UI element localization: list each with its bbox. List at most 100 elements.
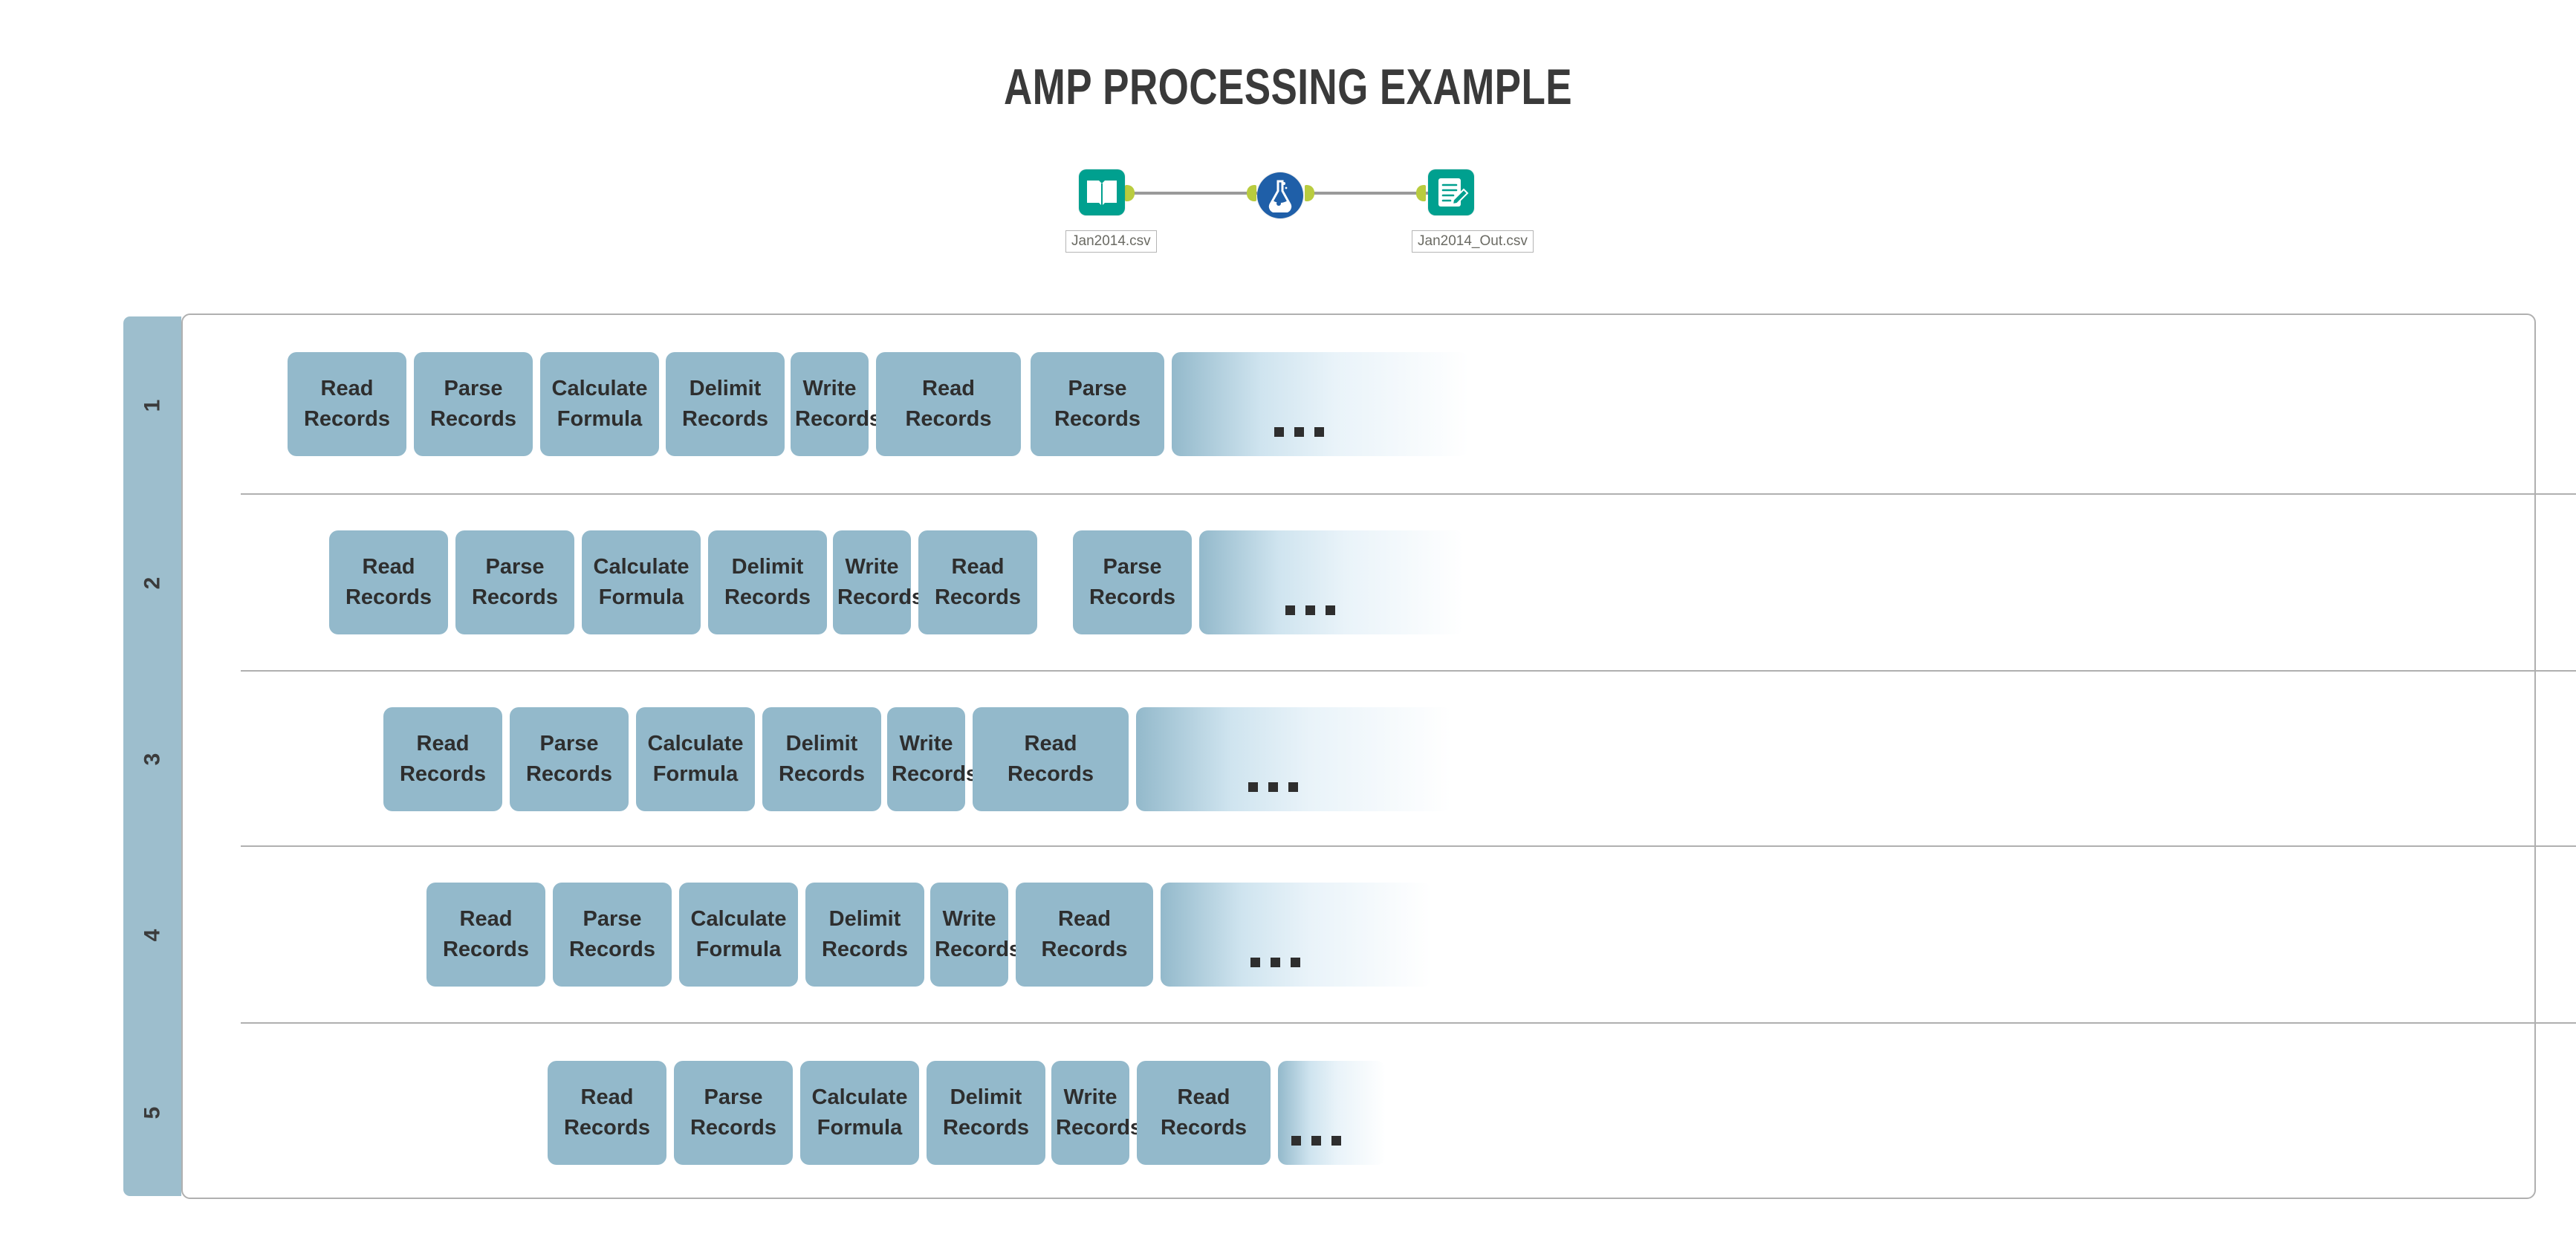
task-label: Calculate Formula — [811, 1085, 908, 1140]
input-data-book-icon — [1079, 169, 1125, 215]
task-label: Read Records — [934, 554, 1022, 609]
ellipsis-dots — [1274, 427, 1324, 437]
task-label: Parse Records — [429, 376, 517, 431]
task-label: Parse Records — [525, 731, 613, 786]
task-label: Write Records — [795, 376, 882, 431]
continuation-ellipsis-box — [1136, 707, 1452, 811]
task-box[interactable]: Parse Records — [414, 352, 533, 456]
task-label: Calculate Formula — [593, 554, 690, 609]
formula-flask-icon — [1257, 172, 1303, 218]
task-label: Parse Records — [690, 1085, 777, 1140]
task-label: Read Records — [442, 906, 530, 961]
task-box[interactable]: Delimit Records — [927, 1061, 1045, 1165]
task-box[interactable]: Calculate Formula — [636, 707, 755, 811]
task-label: Write Records — [837, 554, 924, 609]
task-label: Calculate Formula — [551, 376, 648, 431]
task-label: Write Records — [892, 731, 979, 786]
output-anchor-input-tool[interactable] — [1125, 185, 1135, 201]
task-label: Write Records — [935, 906, 1022, 961]
task-box[interactable]: Parse Records — [510, 707, 629, 811]
task-label: Read Records — [303, 376, 391, 431]
task-box[interactable]: Write Records — [1051, 1061, 1142, 1165]
task-box[interactable]: Calculate Formula — [679, 883, 798, 987]
connection-input-to-formula — [1134, 192, 1257, 195]
input-file-label: Jan2014.csv — [1065, 230, 1157, 253]
task-label: Parse Records — [568, 906, 656, 961]
task-box[interactable]: Delimit Records — [762, 707, 881, 811]
task-box[interactable]: Write Records — [791, 352, 882, 456]
task-label: Parse Records — [1054, 376, 1141, 431]
amp-processing-grid: Read Records Parse Records Calculate Formula D… — [123, 314, 2576, 1199]
continuation-ellipsis-box — [1278, 1061, 1386, 1165]
task-box[interactable]: Delimit Records — [666, 352, 785, 456]
connection-formula-to-output — [1305, 192, 1428, 195]
task-label: Read Records — [1160, 1085, 1248, 1140]
row-number-rail: 1 2 3 4 5 — [123, 316, 181, 1196]
row-number-label: 1 — [140, 399, 164, 412]
task-box[interactable]: Calculate Formula — [800, 1061, 919, 1165]
task-label: Delimit Records — [821, 906, 909, 961]
task-box[interactable]: Calculate Formula — [582, 530, 701, 634]
task-box[interactable]: Read Records — [288, 352, 406, 456]
task-label: Read Records — [345, 554, 432, 609]
ellipsis-dots — [1248, 782, 1298, 792]
task-label: Delimit Records — [778, 731, 866, 786]
output-anchor-formula-tool[interactable] — [1305, 185, 1314, 201]
task-box[interactable]: Read Records — [973, 707, 1129, 811]
task-box[interactable]: Read Records — [876, 352, 1021, 456]
input-data-tool[interactable]: Jan2014.csv — [1065, 169, 1157, 253]
output-data-document-icon — [1428, 169, 1474, 215]
task-box[interactable]: Read Records — [548, 1061, 666, 1165]
task-box[interactable]: Read Records — [383, 707, 502, 811]
task-label: Parse Records — [1089, 554, 1176, 609]
task-label: Delimit Records — [681, 376, 769, 431]
grid-row: Read Records Parse Records Calculate Formula D… — [241, 315, 2576, 493]
row-number-cell: 1 — [123, 316, 181, 495]
task-box[interactable]: Calculate Formula — [540, 352, 659, 456]
task-box[interactable]: Read Records — [1137, 1061, 1271, 1165]
task-box[interactable]: Read Records — [426, 883, 545, 987]
continuation-ellipsis-box — [1161, 883, 1432, 987]
continuation-ellipsis-box — [1172, 352, 1469, 456]
task-box[interactable]: Parse Records — [455, 530, 574, 634]
input-anchor-output-tool[interactable] — [1416, 185, 1426, 201]
task-box[interactable]: Write Records — [833, 530, 924, 634]
grid-row: Read Records Parse Records Calculate Formula D… — [241, 493, 2576, 670]
ellipsis-dots — [1291, 1136, 1341, 1146]
task-label: Calculate Formula — [690, 906, 787, 961]
task-label: Read Records — [1007, 731, 1094, 786]
task-label: Delimit Records — [942, 1085, 1030, 1140]
row-number-cell: 5 — [123, 1024, 181, 1202]
task-label: Parse Records — [471, 554, 559, 609]
task-box[interactable]: Parse Records — [674, 1061, 793, 1165]
task-label: Calculate Formula — [647, 731, 744, 786]
formula-tool[interactable] — [1257, 172, 1303, 218]
task-box[interactable]: Parse Records — [553, 883, 672, 987]
row-number-cell: 2 — [123, 495, 181, 672]
row-number-label: 5 — [140, 1106, 164, 1120]
task-box[interactable]: Delimit Records — [805, 883, 924, 987]
task-box[interactable]: Write Records — [930, 883, 1022, 987]
task-box[interactable]: Read Records — [1016, 883, 1153, 987]
task-box[interactable]: Read Records — [918, 530, 1037, 634]
task-label: Read Records — [399, 731, 487, 786]
workflow-diagram: Jan2014.csv Jan2014_Out.csv — [1062, 169, 1583, 273]
task-box[interactable]: Write Records — [887, 707, 979, 811]
row-number-cell: 3 — [123, 672, 181, 847]
row-number-label: 3 — [140, 753, 164, 766]
row-number-label: 4 — [140, 929, 164, 942]
task-label: Delimit Records — [724, 554, 811, 609]
row-number-label: 2 — [140, 576, 164, 590]
task-box[interactable]: Delimit Records — [708, 530, 827, 634]
grid-row: Read Records Parse Records Calculate Formula D… — [241, 845, 2576, 1022]
input-anchor-formula-tool[interactable] — [1247, 185, 1256, 201]
row-number-cell: 4 — [123, 847, 181, 1024]
task-box[interactable]: Read Records — [329, 530, 448, 634]
task-box[interactable]: Parse Records — [1031, 352, 1164, 456]
output-data-tool[interactable]: Jan2014_Out.csv — [1412, 169, 1534, 253]
slide-canvas: AMP PROCESSING EXAMPLE Jan2014.csv Jan20… — [0, 0, 2576, 1254]
ellipsis-dots — [1285, 605, 1335, 615]
ellipsis-dots — [1250, 958, 1300, 967]
task-box[interactable]: Parse Records — [1073, 530, 1192, 634]
task-label: Read Records — [563, 1085, 651, 1140]
